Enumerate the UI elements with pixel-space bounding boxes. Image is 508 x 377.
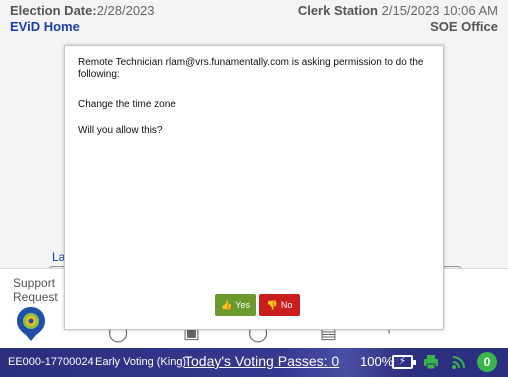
station-id: EE000-17700024 bbox=[8, 356, 94, 368]
election-date-value: 2/28/2023 bbox=[96, 3, 155, 18]
no-button[interactable]: 👎 No bbox=[259, 294, 300, 316]
dialog-message: Remote Technician rlam@vrs.funamentally.… bbox=[78, 57, 424, 80]
dialog-question: Will you allow this? bbox=[78, 125, 163, 136]
notification-badge[interactable]: 0 bbox=[477, 352, 497, 372]
thumbs-up-icon: 👍 bbox=[221, 299, 233, 310]
no-label: No bbox=[280, 300, 293, 310]
station-datetime: 2/15/2023 10:06 AM bbox=[381, 3, 498, 18]
voting-mode: Early Voting (King) bbox=[95, 356, 187, 368]
header: Election Date:2/28/2023 Clerk Station 2/… bbox=[0, 0, 508, 38]
yes-label: Yes bbox=[235, 300, 250, 310]
dialog-action: Change the time zone bbox=[78, 99, 176, 110]
battery-charging-icon: ⚡ bbox=[392, 355, 416, 369]
voting-passes-link[interactable]: Today's Voting Passes: 0 bbox=[184, 353, 339, 369]
support-request-label[interactable]: Support Request bbox=[13, 276, 58, 304]
status-bar: EE000-17700024 Early Voting (King) Today… bbox=[0, 348, 508, 377]
printer-icon bbox=[424, 355, 438, 370]
election-date: Election Date:2/28/2023 bbox=[10, 3, 155, 18]
station-info: Clerk Station 2/15/2023 10:06 AM bbox=[298, 3, 498, 18]
app-title[interactable]: EViD Home bbox=[10, 19, 80, 34]
yes-button[interactable]: 👍 Yes bbox=[215, 294, 256, 316]
support-line-2: Request bbox=[13, 290, 58, 304]
support-gear-icon[interactable] bbox=[16, 306, 46, 342]
permission-dialog: Remote Technician rlam@vrs.funamentally.… bbox=[64, 45, 444, 330]
station-label: Clerk Station bbox=[297, 3, 378, 18]
wifi-icon bbox=[452, 356, 465, 369]
election-date-label: Election Date: bbox=[10, 3, 97, 18]
thumbs-down-icon: 👎 bbox=[266, 299, 278, 310]
battery-percent: 100% bbox=[360, 354, 394, 369]
support-line-1: Support bbox=[13, 276, 56, 290]
office-name: SOE Office bbox=[430, 19, 498, 34]
